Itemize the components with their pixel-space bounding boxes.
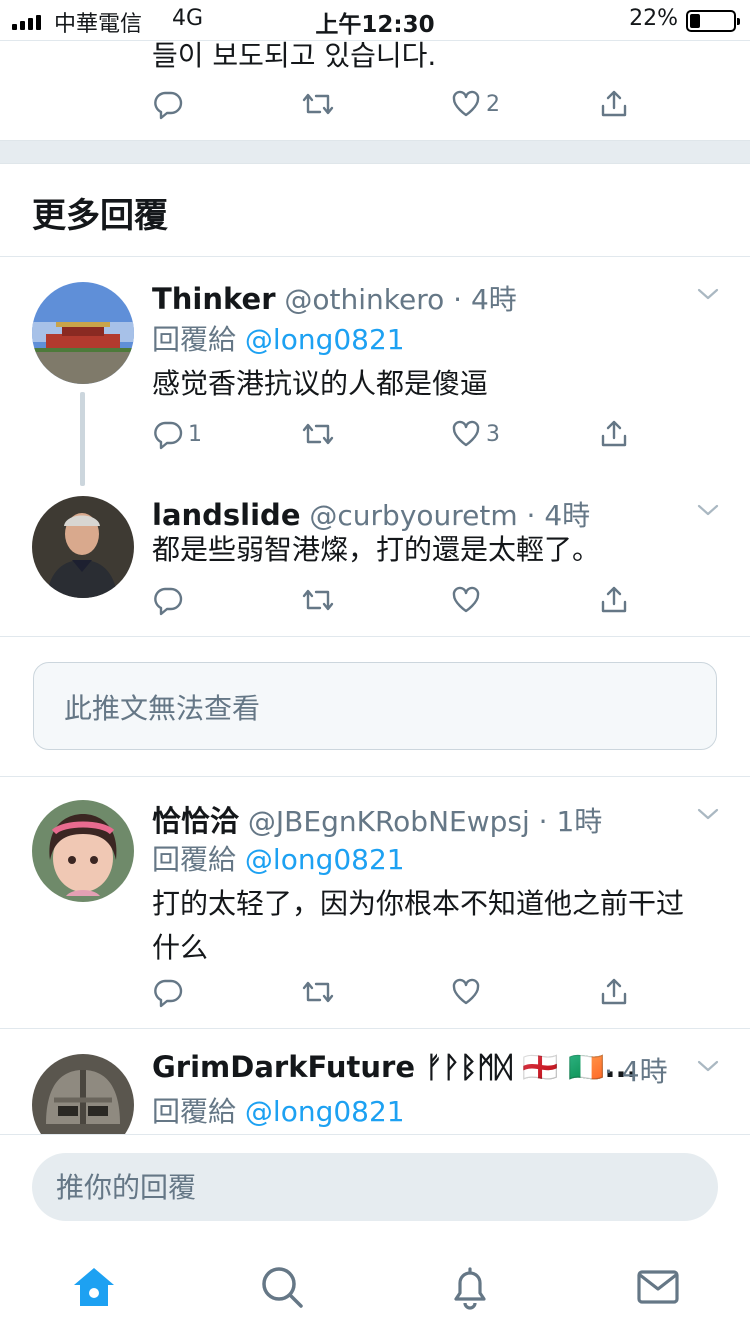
like-icon: [450, 976, 482, 1008]
tweet-time: · 4時: [604, 1055, 668, 1088]
user-name[interactable]: GrimDarkFuture ᚠᚹᛒᛗᛞ 🏴󠁧󠁢󠁥󠁮󠁧󠁿 🇮🇪...: [152, 1050, 638, 1084]
like-count: 2: [486, 91, 500, 117]
battery-percent: 22%: [629, 6, 678, 31]
battery-icon: [686, 10, 740, 32]
like-icon: [450, 88, 482, 120]
like-icon: [450, 418, 482, 450]
like-button[interactable]: [450, 580, 482, 620]
divider: [0, 256, 750, 257]
tweet-text: 感觉香港抗议的人都是傻逼: [152, 367, 489, 400]
tweet-actions: [152, 580, 652, 620]
share-button[interactable]: [598, 84, 630, 124]
divider: [0, 636, 750, 637]
tweet-header: GrimDarkFuture ᚠᚹᛒᛗᛞ 🏴󠁧󠁢󠁥󠁮󠁧󠁿 🇮🇪...: [152, 1050, 652, 1085]
like-button[interactable]: [450, 972, 482, 1012]
user-name[interactable]: 恰恰洽: [152, 804, 239, 838]
user-name[interactable]: landslide: [152, 498, 300, 532]
retweet-button[interactable]: [300, 972, 336, 1012]
reply-input[interactable]: [56, 1153, 696, 1221]
unavailable-tweet-notice: 此推文無法查看: [33, 662, 717, 750]
tweet-header: Thinker @othinkero · 4時: [152, 278, 517, 318]
divider: [0, 776, 750, 777]
reply-to-prefix: 回覆給: [152, 843, 237, 876]
tweet-actions: 2: [152, 84, 652, 124]
user-handle[interactable]: @JBEgnKRobNEwpsj: [248, 805, 530, 838]
chevron-down-icon[interactable]: [696, 282, 720, 306]
reply-to-prefix: 回覆給: [152, 1095, 237, 1128]
tweet-time: · 1時: [538, 805, 603, 838]
share-icon: [598, 976, 630, 1008]
bottom-bar: [0, 1134, 750, 1334]
reply-to-line: 回覆給 @long0821: [152, 318, 405, 358]
reply-icon: [152, 584, 184, 616]
search-icon[interactable]: [258, 1263, 306, 1311]
reply-button[interactable]: 1: [152, 414, 202, 454]
tweet-header: 恰恰洽 @JBEgnKRobNEwpsj · 1時: [152, 798, 602, 840]
share-icon: [598, 88, 630, 120]
tweet-time: · 4時: [453, 283, 517, 316]
reply-button[interactable]: [152, 580, 184, 620]
reply-to-line: 回覆給 @long0821: [152, 1090, 405, 1130]
user-name[interactable]: Thinker: [152, 282, 276, 316]
retweet-icon: [300, 88, 336, 120]
reply-composer[interactable]: [32, 1153, 718, 1221]
tweet-actions: [152, 972, 652, 1012]
retweet-button[interactable]: [300, 580, 336, 620]
mail-icon[interactable]: [634, 1263, 682, 1311]
bell-icon[interactable]: [446, 1263, 494, 1311]
reply-icon: [152, 418, 184, 450]
reply-button[interactable]: [152, 972, 184, 1012]
section-separator: [0, 140, 750, 164]
retweet-icon: [300, 976, 336, 1008]
divider: [0, 1028, 750, 1029]
retweet-icon: [300, 418, 336, 450]
like-icon: [450, 584, 482, 616]
reply-button[interactable]: [152, 84, 184, 124]
share-icon: [598, 418, 630, 450]
unavailable-tweet-text: 此推文無法查看: [64, 692, 261, 725]
retweet-button[interactable]: [300, 84, 336, 124]
retweet-button[interactable]: [300, 414, 336, 454]
share-button[interactable]: [598, 580, 630, 620]
reply-count: 1: [188, 421, 202, 447]
tweet-text: 들이 보도되고 있습니다.: [152, 39, 437, 72]
tweet-actions: 1 3: [152, 414, 652, 454]
share-button[interactable]: [598, 414, 630, 454]
share-button[interactable]: [598, 972, 630, 1012]
retweet-icon: [300, 584, 336, 616]
tweet-text: 都是些弱智港燦，打的還是太輕了。: [152, 533, 601, 566]
reply-icon: [152, 88, 184, 120]
avatar[interactable]: [32, 800, 134, 902]
like-button[interactable]: 3: [450, 414, 500, 454]
user-handle[interactable]: @othinkero: [284, 283, 444, 316]
avatar[interactable]: [32, 282, 134, 384]
section-title: 更多回覆: [32, 196, 168, 236]
chevron-down-icon[interactable]: [696, 498, 720, 522]
mention-link[interactable]: @long0821: [245, 1095, 405, 1128]
reply-to-prefix: 回覆給: [152, 323, 237, 356]
avatar[interactable]: [32, 496, 134, 598]
like-button[interactable]: 2: [450, 84, 500, 124]
reply-to-line: 回覆給 @long0821: [152, 838, 405, 878]
thread-line: [80, 392, 85, 486]
mention-link[interactable]: @long0821: [245, 843, 405, 876]
share-icon: [598, 584, 630, 616]
chevron-down-icon[interactable]: [696, 1054, 720, 1078]
chevron-down-icon[interactable]: [696, 802, 720, 826]
home-icon[interactable]: [70, 1263, 118, 1311]
mention-link[interactable]: @long0821: [245, 323, 405, 356]
like-count: 3: [486, 421, 500, 447]
tweet-text: 打的太轻了，因为你根本不知道他之前干过什么: [152, 887, 685, 964]
reply-icon: [152, 976, 184, 1008]
